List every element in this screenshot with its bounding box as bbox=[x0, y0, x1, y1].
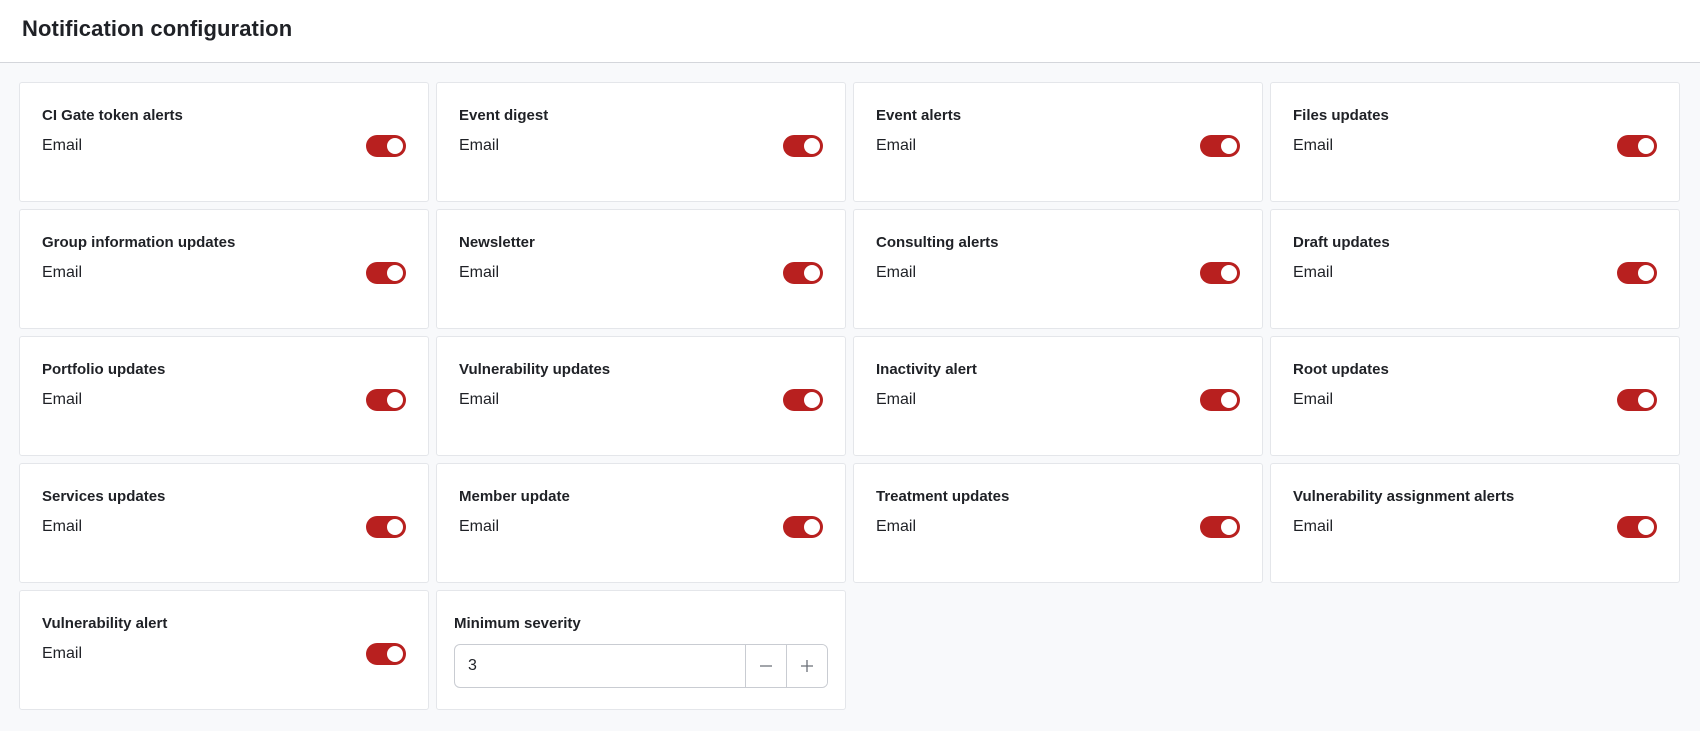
notification-channel: Email bbox=[876, 518, 917, 535]
toggle-knob bbox=[387, 519, 403, 535]
notification-title: CI Gate token alerts bbox=[42, 107, 183, 124]
page-title: Notification configuration bbox=[22, 16, 293, 41]
toggle-knob bbox=[387, 392, 403, 408]
notification-card: Group information updates Email bbox=[19, 209, 429, 329]
notification-title: Newsletter bbox=[459, 234, 535, 251]
page-header: Notification configuration bbox=[0, 0, 1700, 63]
notification-card: Newsletter Email bbox=[436, 209, 846, 329]
email-toggle[interactable] bbox=[1617, 389, 1657, 411]
notification-card: Consulting alerts Email bbox=[853, 209, 1263, 329]
notification-card: Files updates Email bbox=[1270, 82, 1680, 202]
notification-title: Draft updates bbox=[1293, 234, 1390, 251]
notification-channel: Email bbox=[459, 264, 500, 281]
toggle-knob bbox=[1221, 138, 1237, 154]
notification-card: Inactivity alert Email bbox=[853, 336, 1263, 456]
toggle-knob bbox=[1221, 392, 1237, 408]
notification-card: Vulnerability updates Email bbox=[436, 336, 846, 456]
toggle-knob bbox=[387, 265, 403, 281]
notification-title: Files updates bbox=[1293, 107, 1389, 124]
email-toggle[interactable] bbox=[1200, 389, 1240, 411]
toggle-knob bbox=[1638, 392, 1654, 408]
email-toggle[interactable] bbox=[366, 389, 406, 411]
increment-button[interactable] bbox=[786, 645, 827, 687]
email-toggle[interactable] bbox=[1617, 135, 1657, 157]
toggle-knob bbox=[1638, 519, 1654, 535]
toggle-knob bbox=[387, 138, 403, 154]
notification-grid: CI Gate token alerts Email Event digest … bbox=[19, 82, 1682, 710]
notification-title: Member update bbox=[459, 488, 570, 505]
minimum-severity-card: Minimum severity bbox=[436, 590, 846, 710]
toggle-knob bbox=[804, 519, 820, 535]
email-toggle[interactable] bbox=[1200, 516, 1240, 538]
toggle-knob bbox=[387, 646, 403, 662]
notification-channel: Email bbox=[1293, 518, 1334, 535]
notification-card: Vulnerability assignment alerts Email bbox=[1270, 463, 1680, 583]
minus-icon bbox=[759, 659, 773, 673]
email-toggle[interactable] bbox=[1617, 516, 1657, 538]
toggle-knob bbox=[804, 138, 820, 154]
plus-icon bbox=[800, 659, 814, 673]
notification-card: Root updates Email bbox=[1270, 336, 1680, 456]
notification-title: Consulting alerts bbox=[876, 234, 999, 251]
notification-channel: Email bbox=[42, 264, 83, 281]
notification-channel: Email bbox=[42, 391, 83, 408]
email-toggle[interactable] bbox=[783, 516, 823, 538]
notification-card: Draft updates Email bbox=[1270, 209, 1680, 329]
notification-channel: Email bbox=[876, 264, 917, 281]
notification-title: Group information updates bbox=[42, 234, 236, 251]
email-toggle[interactable] bbox=[366, 643, 406, 665]
email-toggle[interactable] bbox=[1200, 135, 1240, 157]
notification-channel: Email bbox=[459, 518, 500, 535]
email-toggle[interactable] bbox=[366, 262, 406, 284]
email-toggle[interactable] bbox=[366, 135, 406, 157]
notification-title: Root updates bbox=[1293, 361, 1389, 378]
toggle-knob bbox=[1221, 265, 1237, 281]
notification-title: Event alerts bbox=[876, 107, 962, 124]
notification-title: Portfolio updates bbox=[42, 361, 166, 378]
notification-channel: Email bbox=[1293, 391, 1334, 408]
minimum-severity-input[interactable] bbox=[455, 645, 745, 687]
notification-card: Event alerts Email bbox=[853, 82, 1263, 202]
email-toggle[interactable] bbox=[1200, 262, 1240, 284]
minimum-severity-stepper bbox=[454, 644, 828, 688]
notification-card: Member update Email bbox=[436, 463, 846, 583]
notification-channel: Email bbox=[459, 391, 500, 408]
toggle-knob bbox=[1638, 265, 1654, 281]
notification-channel: Email bbox=[42, 645, 83, 662]
toggle-knob bbox=[804, 265, 820, 281]
notification-title: Treatment updates bbox=[876, 488, 1010, 505]
notification-title: Vulnerability updates bbox=[459, 361, 611, 378]
notification-channel: Email bbox=[1293, 137, 1334, 154]
notification-card: Services updates Email bbox=[19, 463, 429, 583]
notification-card: Treatment updates Email bbox=[853, 463, 1263, 583]
notification-card: Event digest Email bbox=[436, 82, 846, 202]
notification-channel: Email bbox=[876, 137, 917, 154]
email-toggle[interactable] bbox=[783, 262, 823, 284]
notification-card: Portfolio updates Email bbox=[19, 336, 429, 456]
notification-title: Event digest bbox=[459, 107, 549, 124]
email-toggle[interactable] bbox=[783, 389, 823, 411]
notification-title: Vulnerability assignment alerts bbox=[1293, 488, 1515, 505]
notification-title: Inactivity alert bbox=[876, 361, 977, 378]
notification-card: Vulnerability alert Email bbox=[19, 590, 429, 710]
minimum-severity-title: Minimum severity bbox=[454, 615, 581, 632]
email-toggle[interactable] bbox=[1617, 262, 1657, 284]
notification-title: Vulnerability alert bbox=[42, 615, 168, 632]
toggle-knob bbox=[1638, 138, 1654, 154]
notification-title: Services updates bbox=[42, 488, 166, 505]
notification-channel: Email bbox=[42, 518, 83, 535]
notification-card: CI Gate token alerts Email bbox=[19, 82, 429, 202]
notification-channel: Email bbox=[459, 137, 500, 154]
email-toggle[interactable] bbox=[783, 135, 823, 157]
notification-channel: Email bbox=[1293, 264, 1334, 281]
notification-channel: Email bbox=[42, 137, 83, 154]
toggle-knob bbox=[1221, 519, 1237, 535]
notification-channel: Email bbox=[876, 391, 917, 408]
toggle-knob bbox=[804, 392, 820, 408]
email-toggle[interactable] bbox=[366, 516, 406, 538]
decrement-button[interactable] bbox=[745, 645, 786, 687]
